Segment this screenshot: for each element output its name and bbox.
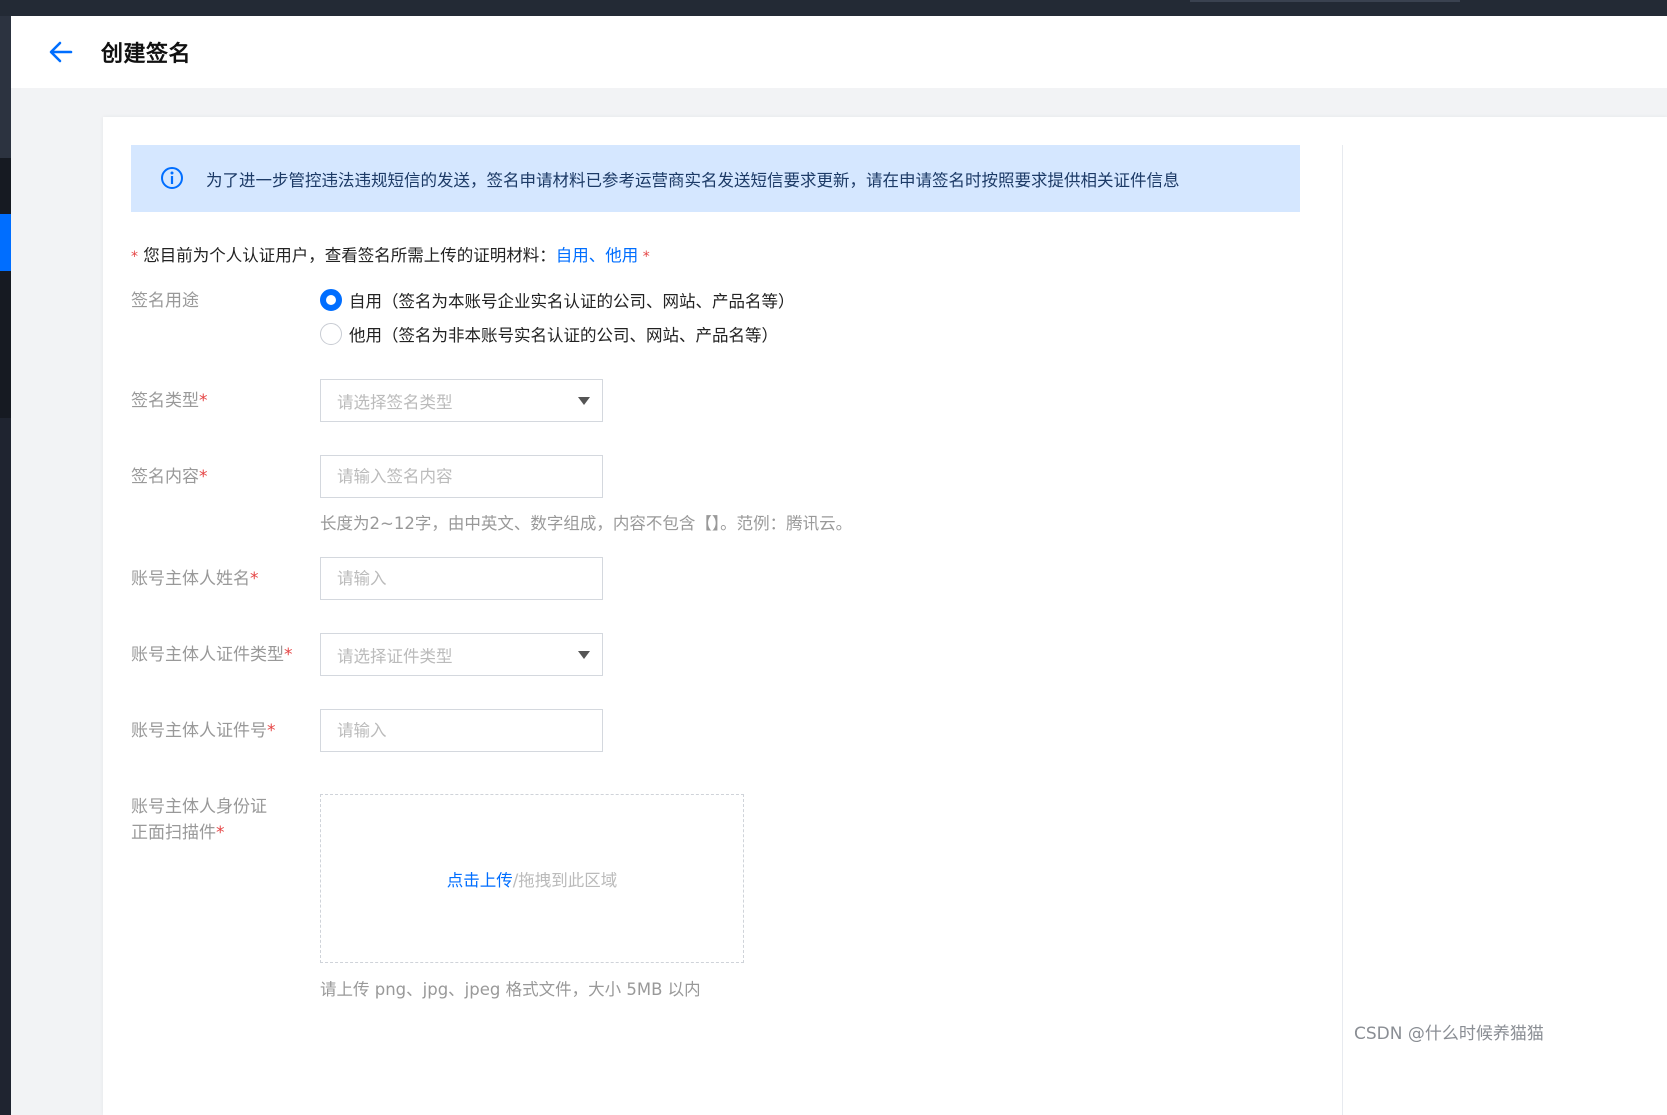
radio-button-unchecked[interactable] [320,323,342,345]
radio-label-other-use: 他用（签名为非本账号实名认证的公司、网站、产品名等） [349,326,778,345]
sidebar-band [0,16,11,158]
link-self-use[interactable]: 自用 [556,246,589,265]
radio-self-use[interactable]: 自用（签名为本账号企业实名认证的公司、网站、产品名等） [320,287,795,313]
arrow-left-icon[interactable] [47,38,75,66]
caret-down-icon [578,651,590,659]
required-star: * [284,645,293,665]
radio-button-checked[interactable] [320,289,342,311]
label-owner-id-type: 账号主体人证件类型* [131,642,293,668]
label-sign-type: 签名类型* [131,388,208,414]
info-circle-icon [161,167,183,189]
owner-id-type-select[interactable]: 请选择证件类型 [320,633,603,676]
label-line-2: 正面扫描件* [131,820,267,846]
caret-down-icon [578,397,590,405]
upload-drag-text: /拖拽到此区域 [512,871,618,890]
label-sign-content: 签名内容* [131,464,208,490]
radio-other-use[interactable]: 他用（签名为非本账号实名认证的公司、网站、产品名等） [320,321,778,347]
info-notice: 为了进一步管控违法违规短信的发送，签名申请材料已参考运营商实名发送短信要求更新，… [131,145,1300,212]
upload-hint: 请上传 png、jpg、jpeg 格式文件，大小 5MB 以内 [320,980,701,999]
upload-link[interactable]: 点击上传 [447,871,513,890]
required-star: * [267,721,276,741]
required-star: * [199,467,208,487]
select-placeholder: 请选择证件类型 [337,647,453,666]
label-id-scan: 账号主体人身份证 正面扫描件* [131,794,267,846]
sidebar-active-indicator[interactable] [0,214,11,271]
select-placeholder: 请选择签名类型 [337,393,453,412]
label-sign-purpose: 签名用途 [131,291,199,311]
link-other-use[interactable]: 他用 [605,246,638,265]
upload-dropzone[interactable]: 点击上传/拖拽到此区域 [320,794,744,963]
required-star: * [250,569,259,589]
owner-name-input[interactable] [320,557,603,600]
sidebar-collapsed [0,16,11,1115]
card-divider [1342,145,1343,1115]
label-text: 账号主体人姓名 [131,569,250,589]
sign-content-hint: 长度为2~12字，由中英文、数字组成，内容不包含【】。范例：腾讯云。 [320,514,853,533]
radio-label-self-use: 自用（签名为本账号企业实名认证的公司、网站、产品名等） [349,292,795,311]
label-owner-name: 账号主体人姓名* [131,566,259,592]
upload-text: 点击上传/拖拽到此区域 [321,867,743,891]
watermark: CSDN @什么时候养猫猫 [1354,1024,1544,1044]
owner-id-number-input[interactable] [320,709,603,752]
sign-content-input[interactable] [320,455,603,498]
page-header: 创建签名 [11,16,1667,88]
label-line-1: 账号主体人身份证 [131,797,267,817]
link-separator: 、 [588,246,606,265]
label-owner-id-number: 账号主体人证件号* [131,718,276,744]
notice-text: 为了进一步管控违法违规短信的发送，签名申请材料已参考运营商实名发送短信要求更新，… [206,171,1180,190]
required-star: * [131,249,138,265]
label-text: 签名类型 [131,391,199,411]
label-text: 签名内容 [131,467,199,487]
label-text: 账号主体人证件号 [131,721,267,741]
requirement-prefix: 您目前为个人认证用户，查看签名所需上传的证明材料： [143,246,556,265]
top-nav-segment [1190,0,1460,2]
sidebar-band-dark [0,158,11,418]
sign-type-select[interactable]: 请选择签名类型 [320,379,603,422]
required-star: * [216,823,225,843]
required-star: * [199,391,208,411]
form-card [103,117,1667,1115]
label-text: 正面扫描件 [131,823,216,843]
label-text: 账号主体人证件类型 [131,645,284,665]
top-nav-bar [0,0,1667,16]
required-star-suffix: * [638,249,650,265]
requirement-line: * 您目前为个人认证用户，查看签名所需上传的证明材料：自用、他用 * [131,242,650,266]
page-title: 创建签名 [101,42,192,67]
